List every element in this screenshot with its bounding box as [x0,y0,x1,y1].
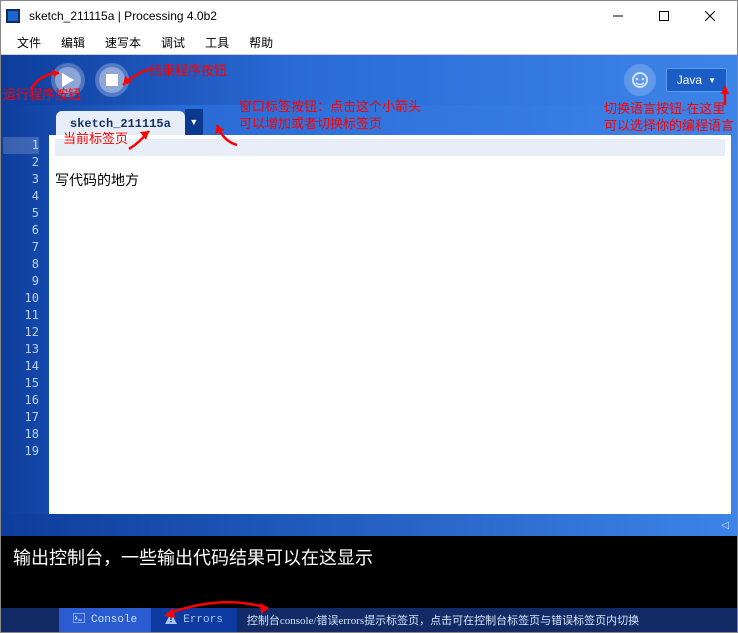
debug-mode-icon[interactable] [624,64,656,96]
language-label: Java [677,73,702,87]
console-placeholder-annotation: 输出控制台，一些输出代码结果可以在这显示 [13,548,373,568]
tab-active[interactable]: sketch_211115a [56,111,185,135]
chevron-down-icon: ▼ [708,76,716,85]
editor-area: sketch_211115a ▼ 12345678910111213141516… [1,105,737,514]
console-icon [73,613,85,627]
menu-file[interactable]: 文件 [7,32,51,53]
run-button[interactable] [51,63,85,97]
errors-tab-label: Errors [183,614,223,626]
window-maximize-button[interactable] [641,1,687,31]
menu-edit[interactable]: 编辑 [51,32,95,53]
bottom-hint-annotation: 控制台console/错误errors提示标签页，点击可在控制台标签页与错误标签… [237,608,737,632]
window-titlebar: sketch_211115a | Processing 4.0b2 [1,1,737,31]
collapse-console-icon: ◁ [721,520,729,531]
console-tab-label: Console [91,614,137,626]
app-logo-icon [5,8,21,24]
console-output: 输出控制台，一些输出代码结果可以在这显示 [1,536,737,608]
menubar: 文件 编辑 速写本 调试 工具 帮助 [1,31,737,55]
bottom-tab-bar: Console Errors 控制台console/错误errors提示标签页，… [1,608,737,632]
menu-debug[interactable]: 调试 [151,32,195,53]
chevron-down-icon: ▼ [189,117,198,127]
window-title: sketch_211115a | Processing 4.0b2 [29,9,595,23]
menu-tools[interactable]: 工具 [195,32,239,53]
tab-dropdown-button[interactable]: ▼ [185,109,203,135]
language-selector-button[interactable]: Java ▼ [666,68,727,92]
editor-placeholder-annotation: 写代码的地方 [55,174,139,189]
window-minimize-button[interactable] [595,1,641,31]
warning-icon [165,613,177,628]
menu-sketch[interactable]: 速写本 [95,32,151,53]
menu-help[interactable]: 帮助 [239,32,283,53]
window-close-button[interactable] [687,1,733,31]
errors-tab[interactable]: Errors [151,608,237,632]
console-splitter[interactable]: ◁ [1,514,737,536]
toolbar: Java ▼ [1,55,737,105]
console-tab[interactable]: Console [59,608,151,632]
stop-button[interactable] [95,63,129,97]
code-editor[interactable]: 写代码的地方 [49,135,731,514]
line-number-gutter: 12345678910111213141516171819 [1,135,49,514]
tab-strip: sketch_211115a ▼ [1,105,737,135]
